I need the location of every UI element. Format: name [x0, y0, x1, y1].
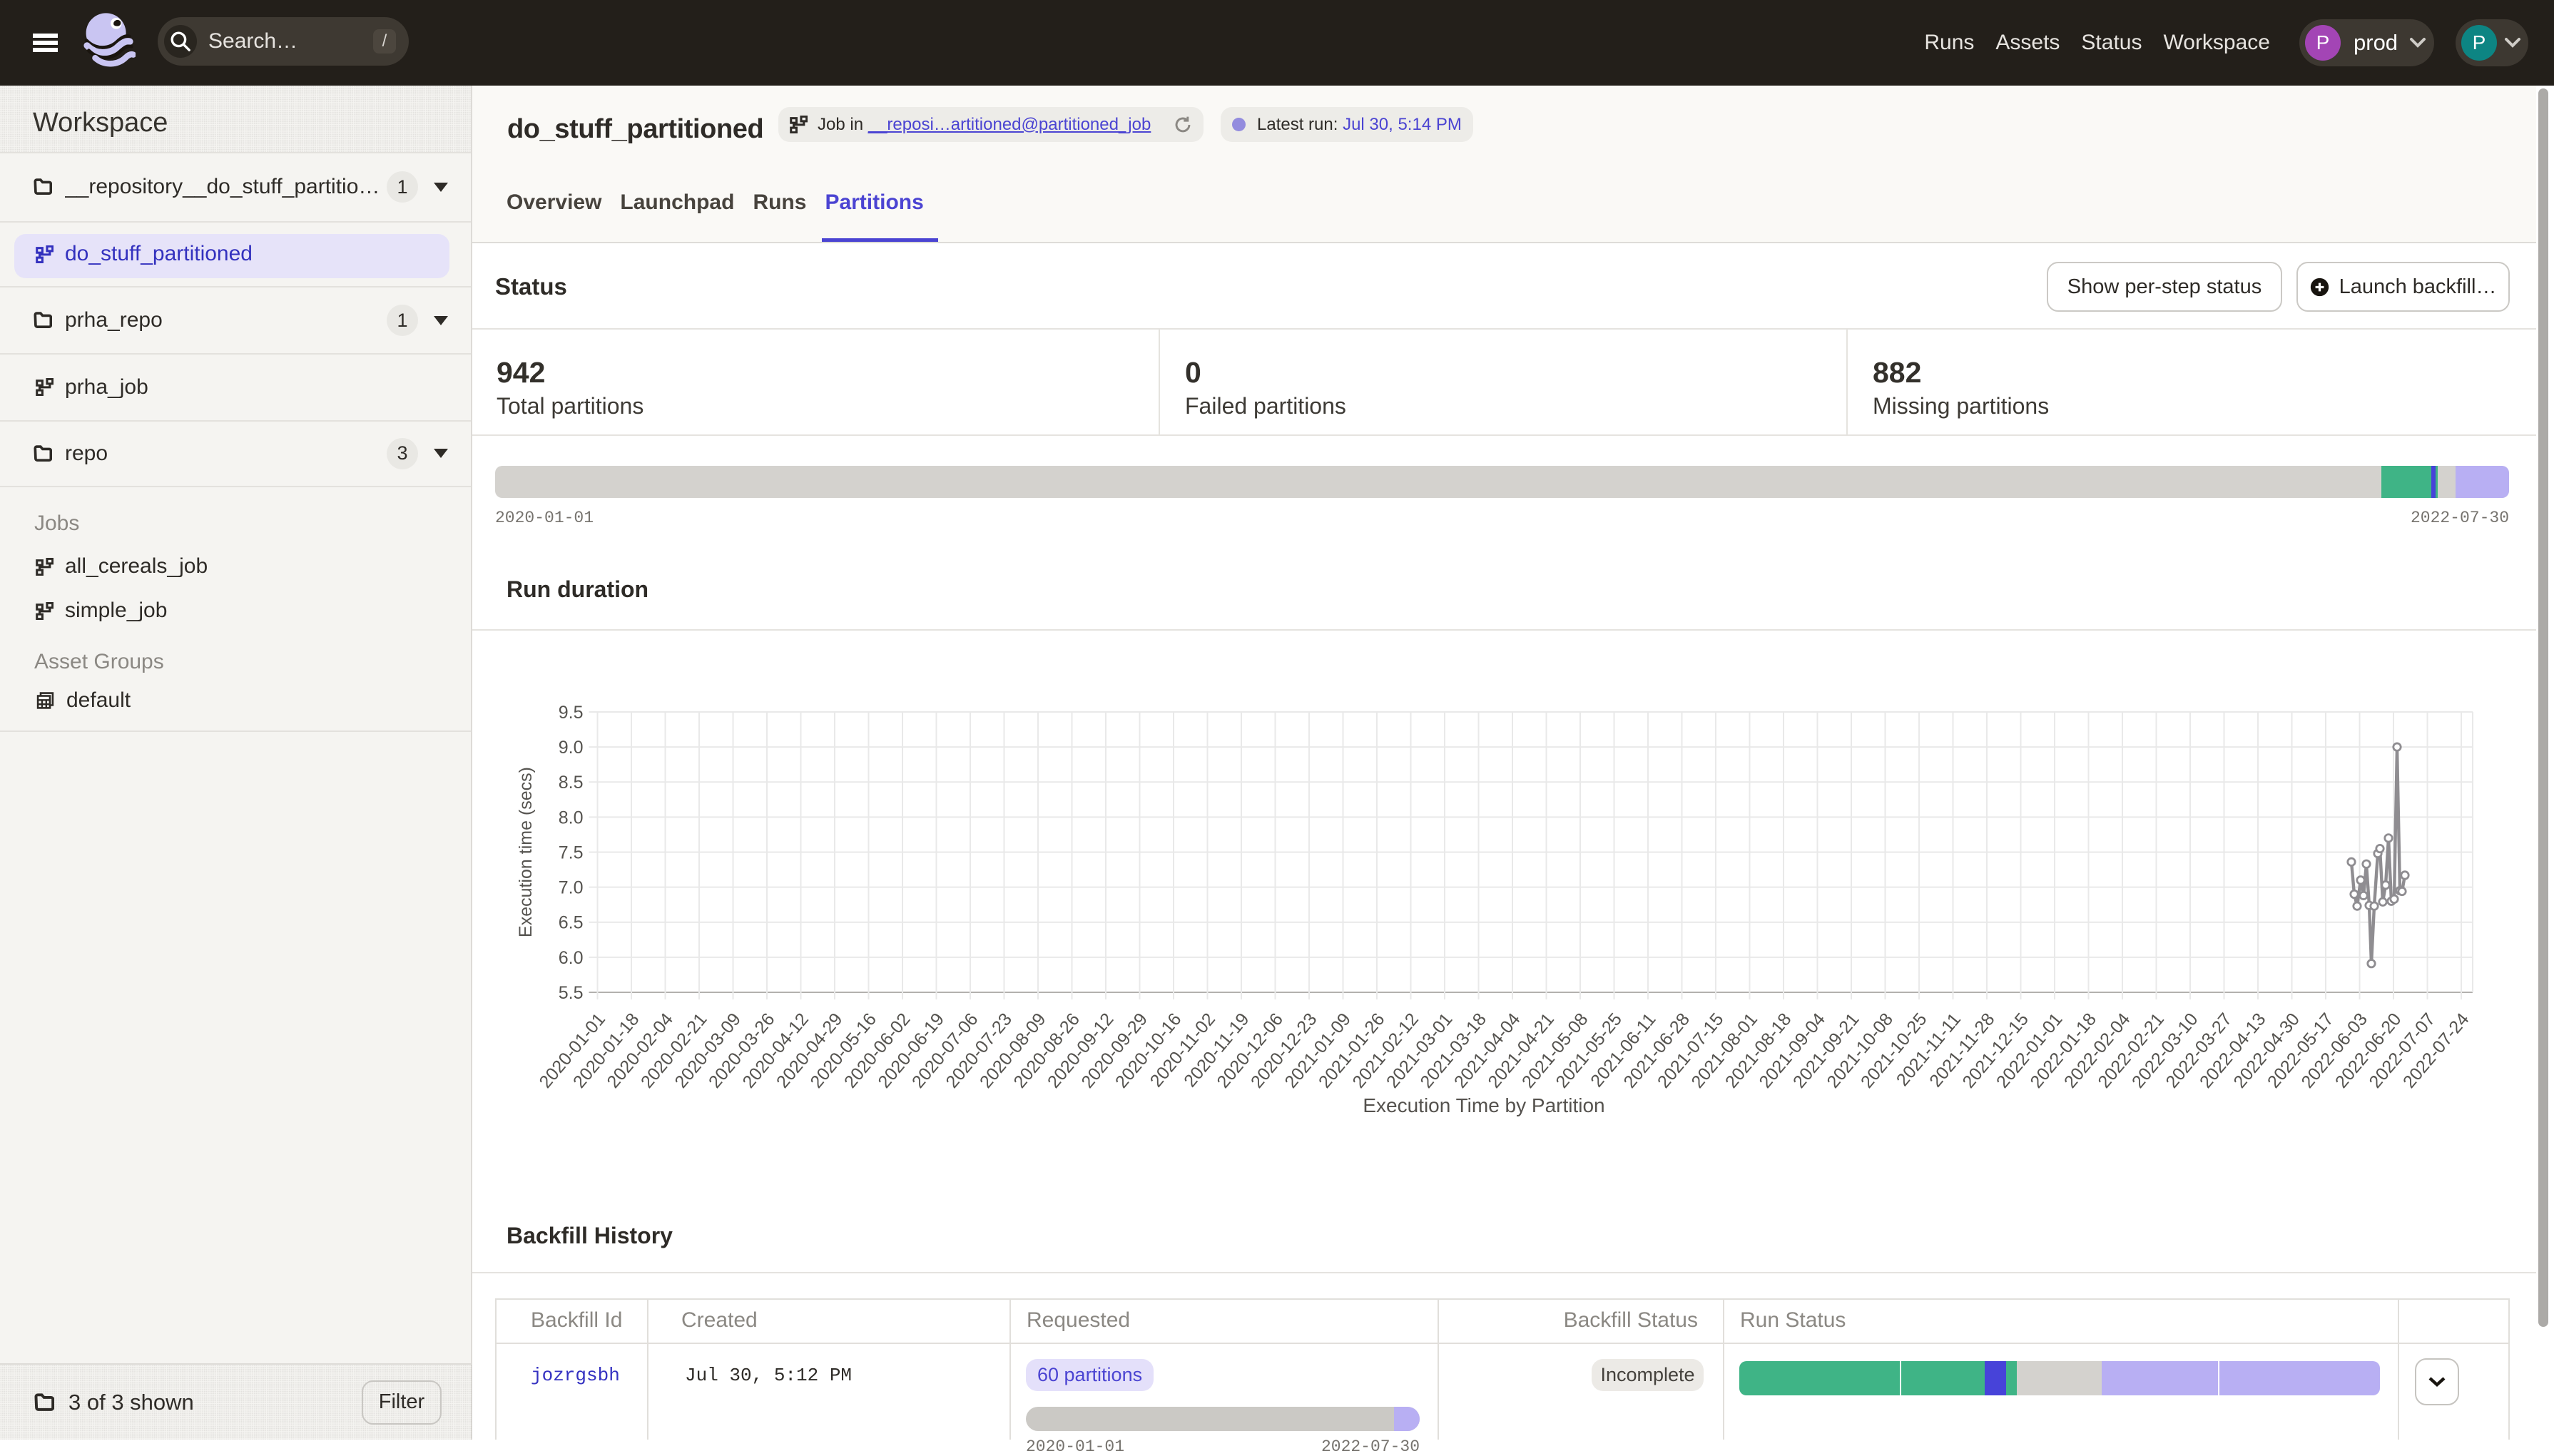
svg-text:6.0: 6.0	[559, 948, 584, 968]
svg-text:Execution Time by Partition: Execution Time by Partition	[1363, 1094, 1604, 1116]
svg-text:9.5: 9.5	[559, 703, 584, 723]
svg-text:9.0: 9.0	[559, 738, 584, 758]
svg-text:7.0: 7.0	[559, 878, 584, 898]
svg-text:8.0: 8.0	[559, 808, 584, 828]
svg-text:5.5: 5.5	[559, 983, 584, 1003]
svg-text:8.5: 8.5	[559, 773, 584, 793]
svg-text:7.5: 7.5	[559, 842, 584, 862]
svg-text:Execution time (secs): Execution time (secs)	[516, 767, 536, 937]
svg-text:6.5: 6.5	[559, 913, 584, 933]
